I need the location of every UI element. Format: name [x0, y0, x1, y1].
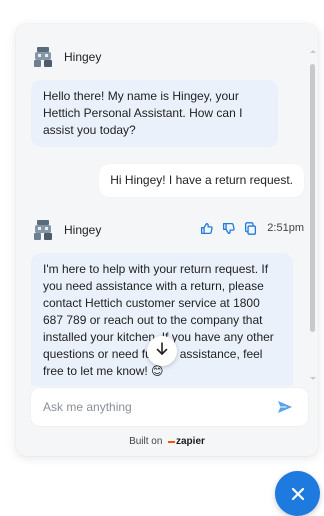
- thumbs-up-icon[interactable]: [199, 221, 213, 235]
- robot-avatar-icon: [32, 219, 54, 241]
- user-message: Hi Hingey! I have a return request.: [99, 164, 304, 197]
- message-input[interactable]: [31, 389, 271, 425]
- scroll-down-arrow-icon[interactable]: [310, 377, 316, 380]
- message-composer: [31, 388, 308, 426]
- zapier-brand: zapier: [176, 436, 205, 447]
- close-chat-button[interactable]: [275, 471, 320, 516]
- message-text: Hi Hingey! I have a return request.: [110, 173, 293, 187]
- close-icon: [291, 487, 304, 500]
- arrow-down-icon: [156, 341, 168, 361]
- scrollbar-thumb[interactable]: [310, 64, 315, 332]
- send-button[interactable]: [271, 393, 299, 421]
- scroll-up-arrow-icon[interactable]: [310, 50, 316, 53]
- scroll-to-bottom-button[interactable]: [147, 336, 177, 366]
- built-on-footer: Built on zapier: [16, 436, 318, 447]
- scrollbar[interactable]: [310, 50, 316, 380]
- bot-header: Hingey: [32, 45, 101, 69]
- thumbs-down-icon[interactable]: [221, 221, 235, 235]
- bot-name: Hingey: [64, 50, 102, 64]
- bot-message: I'm here to help with your return reques…: [31, 253, 293, 386]
- bot-message: Hello there! My name is Hingey, your Het…: [31, 80, 278, 147]
- bot-header: Hingey: [32, 218, 101, 242]
- message-text: Hello there! My name is Hingey, your Het…: [43, 89, 243, 137]
- built-on-label: Built on: [129, 436, 163, 447]
- message-timestamp: 2:51pm: [267, 222, 304, 234]
- send-icon: [278, 401, 292, 413]
- bot-name: Hingey: [64, 223, 102, 237]
- zapier-logo-mark: [168, 441, 175, 443]
- message-actions: 2:51pm: [199, 221, 304, 235]
- copy-icon[interactable]: [243, 221, 257, 235]
- robot-avatar-icon: [32, 46, 54, 68]
- message-list[interactable]: Hingey Hello there! My name is Hingey, y…: [16, 24, 318, 386]
- chat-widget: Hingey Hello there! My name is Hingey, y…: [16, 24, 318, 456]
